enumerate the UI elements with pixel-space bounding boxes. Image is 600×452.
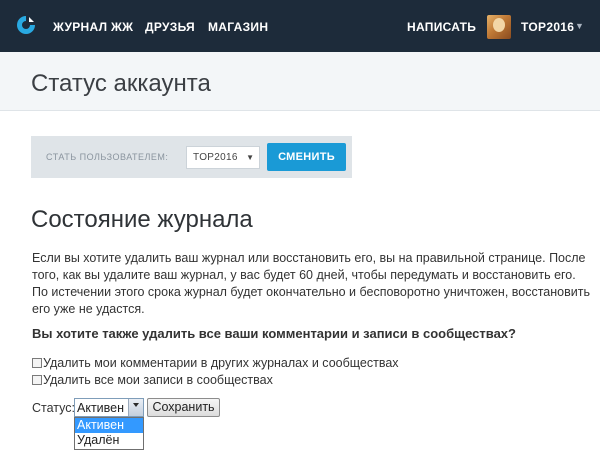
username-link[interactable]: TOP2016 bbox=[521, 20, 574, 34]
page-title: Статус аккаунта bbox=[31, 70, 211, 97]
checkbox-row-comments[interactable]: Удалить мои комментарии в других журнала… bbox=[32, 356, 399, 370]
page-header: Статус аккаунта bbox=[0, 52, 600, 111]
switch-user-select[interactable]: TOP2016 ▼ bbox=[186, 146, 260, 169]
switch-user-label: СТАТЬ ПОЛЬЗОВАТЕЛЕМ: bbox=[46, 152, 169, 162]
write-post-link[interactable]: НАПИСАТЬ bbox=[407, 20, 476, 34]
switch-user-panel: СТАТЬ ПОЛЬЗОВАТЕЛЕМ: TOP2016 ▼ СМЕНИТЬ bbox=[31, 136, 352, 178]
dropdown-arrow-button[interactable] bbox=[128, 399, 143, 416]
nav-link-friends[interactable]: ДРУЗЬЯ bbox=[145, 20, 195, 34]
delete-posts-label[interactable]: Удалить все мои записи в сообществах bbox=[43, 373, 273, 387]
switch-user-button[interactable]: СМЕНИТЬ bbox=[267, 143, 346, 171]
delete-comments-checkbox[interactable] bbox=[32, 358, 42, 368]
delete-question: Вы хотите также удалить все ваши коммент… bbox=[32, 326, 516, 341]
select-arrow-icon: ▼ bbox=[246, 153, 254, 162]
status-label: Статус: bbox=[32, 401, 75, 415]
section-title: Состояние журнала bbox=[31, 206, 253, 233]
top-navbar: ЖУРНАЛ ЖЖ ДРУЗЬЯ МАГАЗИН НАПИСАТЬ TOP201… bbox=[0, 0, 600, 52]
livejournal-logo-icon[interactable] bbox=[14, 13, 38, 37]
status-selected-value: Активен bbox=[77, 401, 125, 415]
status-option-deleted[interactable]: Удалён bbox=[75, 433, 143, 448]
status-select[interactable]: Активен bbox=[74, 398, 144, 417]
chevron-down-icon bbox=[133, 403, 139, 407]
description-text: Если вы хотите удалить ваш журнал или во… bbox=[32, 251, 590, 316]
nav-link-shop[interactable]: МАГАЗИН bbox=[208, 20, 268, 34]
user-avatar[interactable] bbox=[487, 15, 511, 39]
checkbox-row-posts[interactable]: Удалить все мои записи в сообществах bbox=[32, 373, 273, 387]
nav-link-journal[interactable]: ЖУРНАЛ ЖЖ bbox=[53, 20, 133, 34]
status-options-list: Активен Удалён bbox=[74, 417, 144, 450]
save-button[interactable]: Сохранить bbox=[147, 398, 220, 417]
caret-down-icon[interactable]: ▼ bbox=[575, 21, 584, 31]
delete-posts-checkbox[interactable] bbox=[32, 375, 42, 385]
switch-user-selected-value: TOP2016 bbox=[193, 152, 238, 163]
status-option-active[interactable]: Активен bbox=[75, 418, 143, 433]
delete-comments-label[interactable]: Удалить мои комментарии в других журнала… bbox=[43, 356, 399, 370]
